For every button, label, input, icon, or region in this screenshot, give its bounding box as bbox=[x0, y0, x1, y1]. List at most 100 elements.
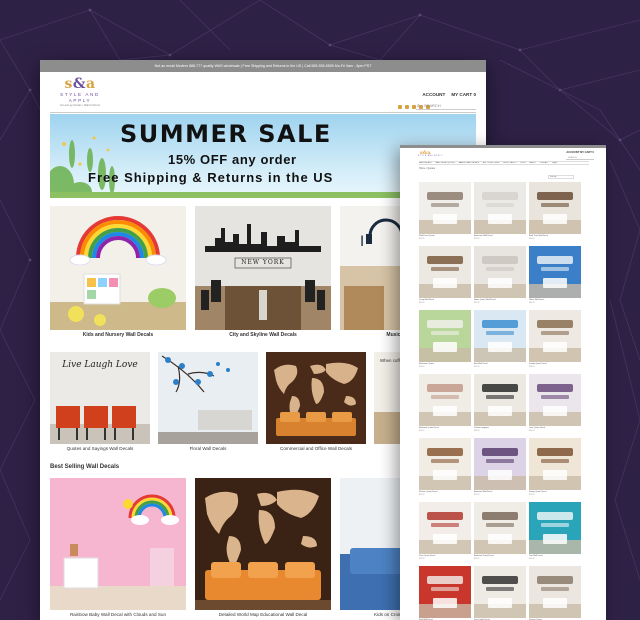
product-card[interactable] bbox=[419, 438, 471, 490]
product-thumbnail bbox=[419, 566, 471, 618]
product-thumbnail bbox=[419, 502, 471, 554]
svg-text:I: I bbox=[360, 234, 364, 250]
product-tile-world-map[interactable] bbox=[195, 478, 331, 610]
product-caption-rainbow-baby[interactable]: Rainbow Baby Wall Decal with Clouds and … bbox=[50, 612, 186, 617]
facebook-icon[interactable] bbox=[398, 105, 402, 109]
product-thumbnail bbox=[529, 310, 581, 362]
breadcrumb[interactable]: Home / Quotes bbox=[419, 167, 435, 170]
product-thumbnail bbox=[474, 566, 526, 618]
product-card-title[interactable]: Bedroom Wall Decal bbox=[474, 491, 492, 493]
cart-link[interactable]: MY CART 0 bbox=[451, 92, 476, 97]
product-card[interactable] bbox=[529, 310, 581, 362]
category-tile-commercial[interactable] bbox=[266, 352, 366, 444]
kids-room-image bbox=[50, 206, 186, 330]
category-tile-city[interactable]: NEW YORK bbox=[195, 206, 331, 330]
collection-nav-item[interactable]: ALL COLLECTIONS bbox=[483, 162, 499, 164]
product-card-price: $24.99 bbox=[474, 238, 480, 240]
collection-nav-item[interactable]: ABOUT bbox=[530, 162, 536, 164]
product-card[interactable] bbox=[474, 438, 526, 490]
product-card-price: $29.99 bbox=[419, 558, 425, 560]
product-card[interactable] bbox=[529, 246, 581, 298]
product-card-title[interactable]: Cuisine magique bbox=[474, 427, 489, 429]
product-card[interactable] bbox=[474, 310, 526, 362]
product-thumbnail bbox=[529, 246, 581, 298]
product-card-title[interactable]: Vivre Quote Decal bbox=[419, 555, 435, 557]
product-thumbnail bbox=[474, 182, 526, 234]
site-logo[interactable]: s&a STYLE AND APPLY Cut-and-go Decals • … bbox=[50, 76, 110, 108]
category-caption-quotes[interactable]: Quotes and Sayings Wall Decals bbox=[50, 446, 150, 451]
category-tile-kids[interactable] bbox=[50, 206, 186, 330]
product-card-price: $29.99 bbox=[474, 430, 480, 432]
product-card[interactable] bbox=[474, 502, 526, 554]
product-tile-rainbow-baby[interactable] bbox=[50, 478, 186, 610]
product-card[interactable] bbox=[529, 566, 581, 618]
product-card[interactable] bbox=[419, 502, 471, 554]
product-card[interactable] bbox=[529, 374, 581, 426]
product-card-title[interactable]: Bath Time Wall Decal bbox=[529, 235, 548, 237]
category-tile-quotes[interactable]: Live Laugh Love bbox=[50, 352, 150, 444]
twitter-icon[interactable] bbox=[405, 105, 409, 109]
product-card-title[interactable]: Love Quote Decal bbox=[529, 427, 545, 429]
product-card-title[interactable]: Office Wall Decal bbox=[529, 299, 544, 301]
product-card[interactable] bbox=[529, 438, 581, 490]
sort-select[interactable]: Sort by bbox=[548, 175, 574, 179]
collection-nav-item[interactable]: HOW TO APPLY bbox=[503, 162, 516, 164]
collection-search-input[interactable]: SEARCH bbox=[566, 157, 594, 160]
product-card[interactable] bbox=[419, 310, 471, 362]
collection-nav-item[interactable]: BANKSY WALL DECALS bbox=[459, 162, 479, 164]
product-card[interactable] bbox=[474, 246, 526, 298]
product-card[interactable] bbox=[529, 182, 581, 234]
product-card-title[interactable]: Kitchen Quote Decal bbox=[419, 491, 437, 493]
collection-nav-item[interactable]: WALL DECALS bbox=[419, 162, 431, 164]
product-card[interactable] bbox=[419, 246, 471, 298]
announcement-bar: Not an email Modern 888-777 quality WAS … bbox=[40, 60, 486, 72]
product-card-price: $24.99 bbox=[419, 366, 425, 368]
collection-nav-item[interactable]: BLOG bbox=[521, 162, 526, 164]
cart-count: 0 bbox=[473, 92, 476, 97]
category-tile-floral[interactable] bbox=[158, 352, 258, 444]
product-card-title[interactable]: Bedroom Quote Decal bbox=[419, 427, 439, 429]
category-caption-city[interactable]: City and Skyline Wall Decals bbox=[195, 332, 331, 338]
product-card[interactable] bbox=[419, 566, 471, 618]
product-card-price: $34.99 bbox=[529, 302, 535, 304]
collection-nav-item[interactable]: CONTACT bbox=[540, 162, 549, 164]
site-header: s&a STYLE AND APPLY Cut-and-go Decals • … bbox=[40, 72, 486, 112]
search-input[interactable]: ⌕ SEARCH bbox=[416, 103, 476, 110]
product-card-title[interactable]: Family Quote Decal bbox=[529, 363, 547, 365]
category-caption-kids[interactable]: Kids and Nursery Wall Decals bbox=[50, 332, 186, 338]
product-card-title[interactable]: Teal Wall Decal bbox=[529, 555, 543, 557]
product-card-title[interactable]: Bathroom Quote bbox=[419, 363, 434, 365]
product-card-price: $24.99 bbox=[529, 494, 535, 496]
collection-account-links[interactable]: ACCOUNT MY CART 0 bbox=[566, 151, 594, 154]
product-thumbnail bbox=[474, 374, 526, 426]
product-card-title[interactable]: Lamp Wall Decal bbox=[419, 299, 434, 301]
product-thumbnail bbox=[474, 502, 526, 554]
product-card-title[interactable]: Home Quote Wall Decal bbox=[474, 299, 495, 301]
account-link[interactable]: ACCOUNT bbox=[422, 92, 445, 97]
product-card-title[interactable]: Wall Decal Quote bbox=[419, 235, 435, 237]
product-thumbnail bbox=[419, 374, 471, 426]
collection-nav-item[interactable]: WALL DECAL QUOTES bbox=[435, 162, 454, 164]
product-thumbnail bbox=[529, 374, 581, 426]
product-card-title[interactable]: Bathroom Wall Decal bbox=[474, 235, 493, 237]
product-card[interactable] bbox=[419, 182, 471, 234]
product-card[interactable] bbox=[529, 502, 581, 554]
product-card-title[interactable]: Dining Quote Decal bbox=[529, 491, 546, 493]
world-map-office-image bbox=[266, 352, 366, 444]
category-caption-commercial[interactable]: Commercial and Office Wall Decals bbox=[266, 446, 366, 451]
product-card[interactable] bbox=[474, 182, 526, 234]
product-card-price: $29.99 bbox=[474, 302, 480, 304]
product-caption-world-map[interactable]: Detailed World Map Educational Wall Deca… bbox=[195, 612, 331, 617]
collection-nav-item[interactable]: FAQS bbox=[552, 162, 557, 164]
product-card-price: $24.99 bbox=[529, 238, 535, 240]
product-card[interactable] bbox=[474, 566, 526, 618]
pink-nursery-image bbox=[50, 478, 186, 610]
category-caption-floral[interactable]: Floral Wall Decals bbox=[158, 446, 258, 451]
product-card[interactable] bbox=[474, 374, 526, 426]
logo-tagline: STYLE AND APPLY bbox=[60, 92, 100, 103]
floral-image bbox=[158, 352, 258, 444]
world-map-sofa-image bbox=[195, 478, 331, 610]
product-card[interactable] bbox=[419, 374, 471, 426]
product-card-title[interactable]: Bird Wall Decal bbox=[474, 363, 488, 365]
product-card-title[interactable]: Bedroom Script Decal bbox=[474, 555, 493, 557]
